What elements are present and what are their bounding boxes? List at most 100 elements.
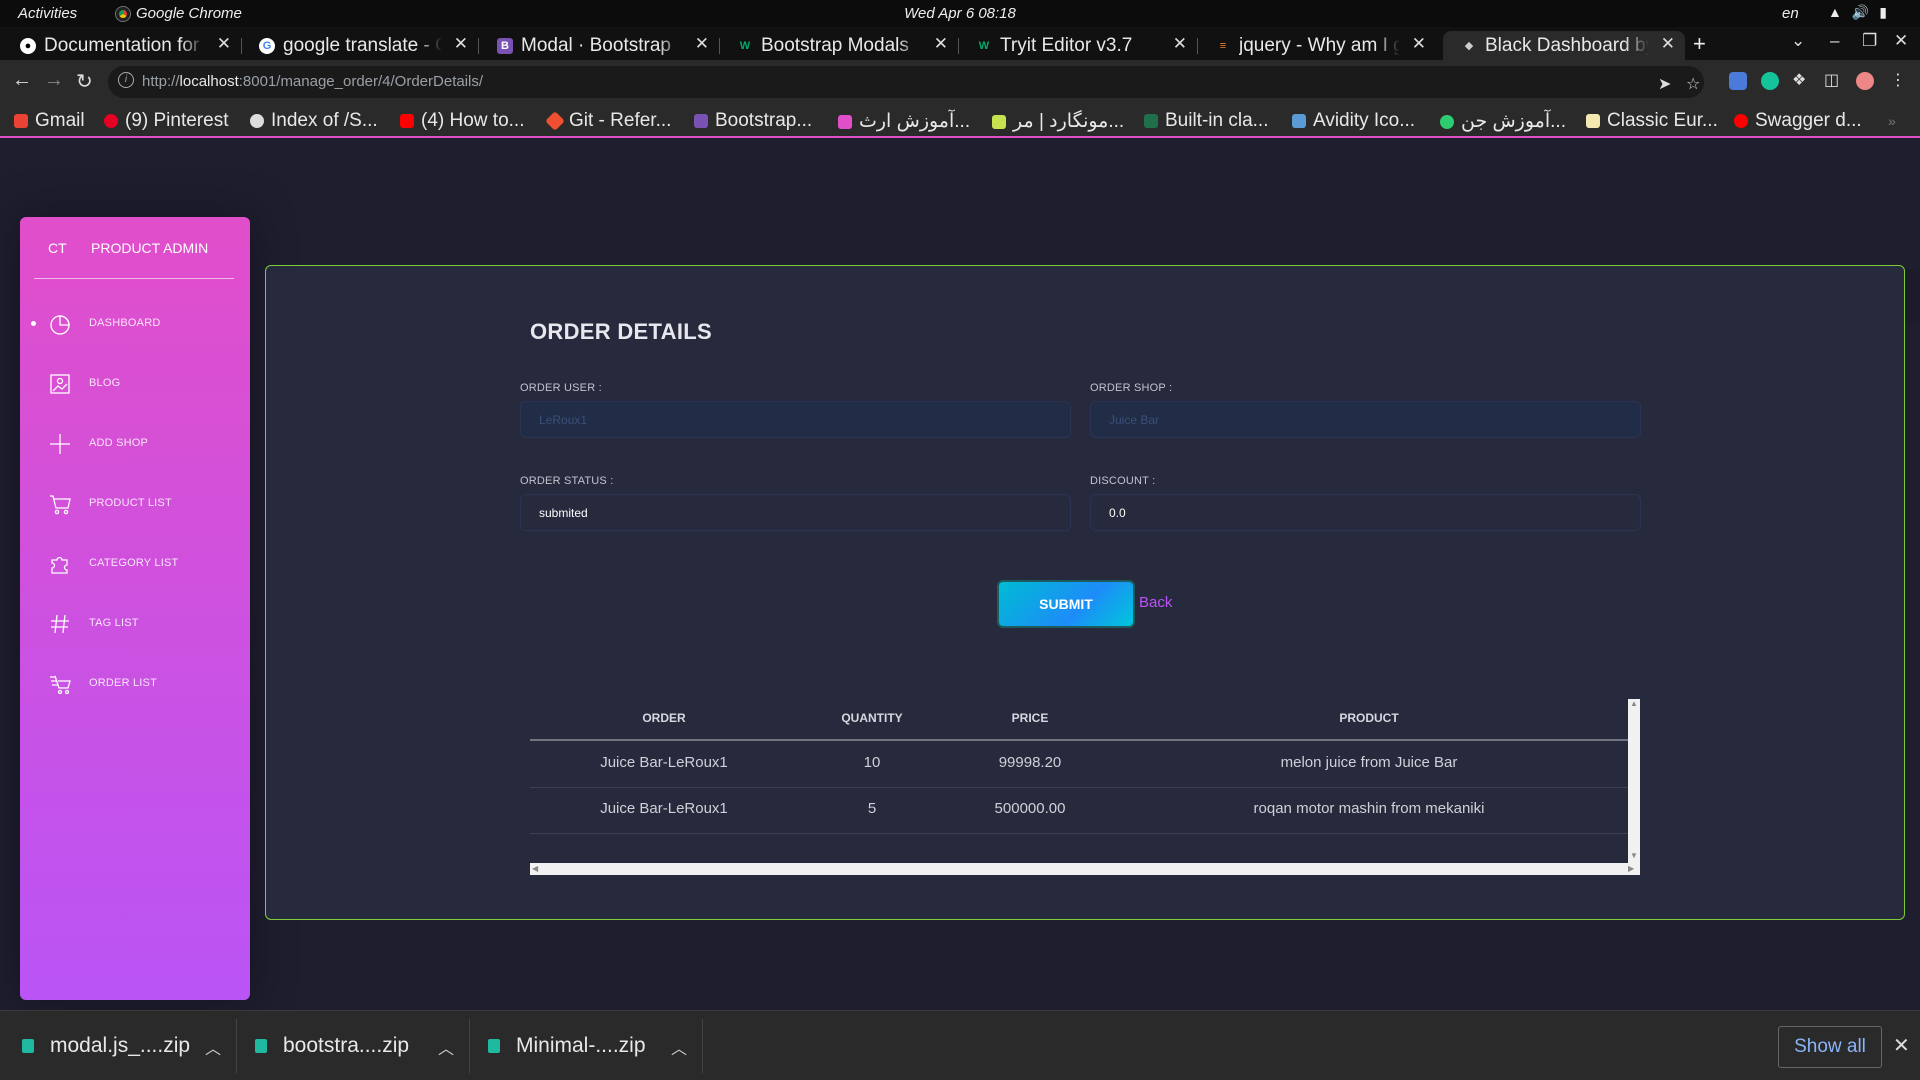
plus-icon [50,434,70,454]
swagger-icon [1734,114,1748,128]
submit-button[interactable]: SUBMIT [999,582,1133,626]
sidebar-item-blog[interactable]: BLOG [20,362,250,402]
bookmark-item[interactable]: مونگارد | مر... [992,110,1124,133]
browser-tab[interactable]: ● Documentation for \ ✕ [2,31,241,60]
browser-tab[interactable]: W Tryit Editor v3.7 ✕ [958,31,1197,60]
menu-kebab-icon[interactable]: ⋮ [1890,70,1906,90]
reload-icon[interactable]: ↻ [76,69,93,94]
bookmark-item[interactable]: آموزش ارث... [838,110,970,133]
sidebar-item-tag-list[interactable]: TAG LIST [20,602,250,642]
translate-extension-icon[interactable] [1729,72,1747,90]
bookmark-item[interactable]: Bootstrap... [694,110,812,132]
profile-avatar[interactable] [1856,72,1874,90]
table-cell: Juice Bar-LeRoux1 [600,800,728,817]
order-user-input[interactable] [520,401,1071,438]
delivery-icon [50,675,71,695]
system-tray[interactable]: ▲ 🔊 ▮ [1828,4,1887,21]
app-menu[interactable]: Google Chrome [116,5,242,22]
column-header-quantity: QUANTITY [841,711,903,725]
download-item[interactable]: Minimal-....zip ︿ [488,1011,688,1080]
column-header-price: PRICE [1011,711,1049,725]
input-language[interactable]: en [1782,5,1799,22]
back-arrow-icon[interactable]: ← [12,69,32,92]
git-icon [545,111,565,131]
w3schools-icon: W [978,39,990,52]
browser-tab-active[interactable]: ◆ Black Dashboard by C ✕ [1443,31,1685,60]
bookmark-item[interactable]: آموزش جن... [1440,110,1566,133]
browser-tab[interactable]: G google translate - Go ✕ [241,31,478,60]
bookmark-item[interactable]: Classic Eur... [1586,110,1718,132]
order-status-label: ORDER STATUS : [520,475,614,487]
download-item[interactable]: bootstra....zip ︿ [255,1011,455,1080]
forward-arrow-icon[interactable]: → [44,69,64,92]
activities-button[interactable]: Activities [18,5,77,22]
back-link[interactable]: Back [1139,594,1172,611]
app-name: Google Chrome [136,5,242,22]
url-bar[interactable]: i http://localhost:8001/manage_order/4/O… [108,66,1704,98]
close-tab-icon[interactable]: ✕ [454,34,468,54]
order-status-input[interactable] [520,494,1071,531]
download-item[interactable]: modal.js_....zip ︿ [22,1011,222,1080]
horizontal-scrollbar[interactable]: ◀ ▶ [530,863,1640,875]
sidebar-item-category-list[interactable]: CATEGORY LIST [20,542,250,582]
bookmark-item[interactable]: (9) Pinterest [104,110,228,132]
bookmark-item[interactable]: Built-in cla... [1144,110,1268,132]
close-tab-icon[interactable]: ✕ [1412,34,1426,54]
active-indicator [31,321,36,326]
show-all-downloads-button[interactable]: Show all [1778,1026,1882,1068]
close-tab-icon[interactable]: ✕ [1173,34,1187,54]
browser-tab[interactable]: ≡ jquery - Why am I ge ✕ [1197,31,1436,60]
more-bookmarks-icon[interactable]: » [1888,113,1896,129]
side-panel-icon[interactable]: ◫ [1824,70,1839,90]
table-cell: Juice Bar-LeRoux1 [600,754,728,771]
volume-icon: 🔊 [1851,4,1870,20]
discount-input[interactable] [1090,494,1641,531]
scroll-up-icon[interactable]: ▲ [1630,699,1638,708]
sidebar-item-order-list[interactable]: ORDER LIST [20,662,250,702]
bookmark-item[interactable]: Git - Refer... [545,110,671,132]
tab-title: Documentation for \ [44,34,205,56]
order-items-table: ORDER QUANTITY PRICE PRODUCT Juice Bar-L… [530,699,1640,875]
site-icon [992,114,1006,129]
download-filename: modal.js_....zip [50,1034,191,1057]
sidebar-item-add-shop[interactable]: ADD SHOP [20,422,250,462]
vertical-scrollbar[interactable]: ▲ ▼ [1628,699,1640,863]
minimize-icon[interactable]: – [1830,31,1839,51]
site-icon [838,114,852,129]
battery-icon: ▮ [1879,4,1888,20]
close-tab-icon[interactable]: ✕ [695,34,709,54]
sidebar-item-product-list[interactable]: PRODUCT LIST [20,482,250,522]
close-tab-icon[interactable]: ✕ [217,34,231,54]
bookmark-item[interactable]: Avidity Ico... [1292,110,1415,132]
bookmark-item[interactable]: (4) How to... [400,110,524,132]
browser-tab[interactable]: B Modal · Bootstrap ✕ [479,31,719,60]
close-tab-icon[interactable]: ✕ [1661,34,1675,54]
hash-icon [51,614,69,634]
send-icon[interactable]: ➤ [1658,74,1671,94]
maximize-icon[interactable]: ❐ [1862,31,1877,51]
chevron-up-icon[interactable]: ︿ [671,1035,687,1059]
close-downloads-icon[interactable]: ✕ [1893,1033,1910,1058]
close-tab-icon[interactable]: ✕ [934,34,948,54]
bookmark-item[interactable]: Gmail [14,110,85,132]
bookmark-star-icon[interactable]: ☆ [1686,74,1700,94]
tab-search-icon[interactable]: ⌄ [1791,31,1805,51]
sidebar-logo[interactable]: CT PRODUCT ADMIN [34,217,234,279]
scroll-right-icon[interactable]: ▶ [1628,864,1634,873]
grammarly-extension-icon[interactable] [1761,72,1779,90]
chevron-up-icon[interactable]: ︿ [205,1035,221,1059]
tab-title: jquery - Why am I ge [1239,34,1400,56]
new-tab-button[interactable]: + [1693,31,1706,57]
extensions-puzzle-icon[interactable]: ❖ [1792,70,1806,90]
chevron-up-icon[interactable]: ︿ [438,1035,454,1059]
bookmark-item[interactable]: Swagger d... [1734,110,1862,132]
bookmark-item[interactable]: Index of /S... [250,110,378,132]
close-window-icon[interactable]: ✕ [1894,31,1908,51]
order-shop-input[interactable] [1090,401,1641,438]
browser-tab[interactable]: W Bootstrap Modals ✕ [719,31,958,60]
discount-label: DISCOUNT : [1090,475,1156,487]
scroll-left-icon[interactable]: ◀ [532,864,538,873]
sidebar-item-dashboard[interactable]: DASHBOARD [20,302,250,342]
scroll-down-icon[interactable]: ▼ [1630,851,1638,860]
site-info-icon[interactable]: i [118,72,134,88]
